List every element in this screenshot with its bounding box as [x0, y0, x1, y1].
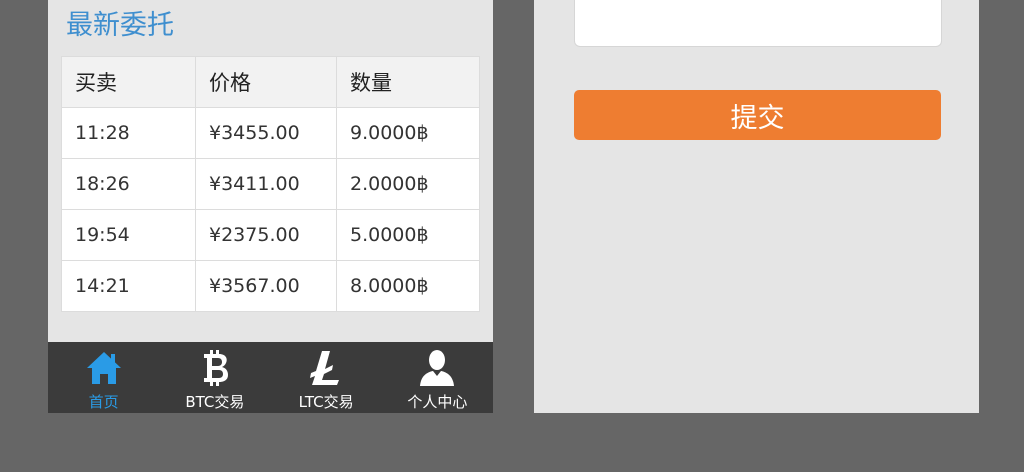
- tab-home[interactable]: 首页: [48, 342, 159, 413]
- header-quantity: 数量: [336, 56, 480, 108]
- order-form-panel: 提交: [534, 0, 979, 413]
- tab-label: BTC交易: [185, 393, 245, 411]
- tab-user-center[interactable]: 个人中心: [382, 342, 493, 413]
- bitcoin-icon: [203, 350, 228, 386]
- cell-price: ¥2375.00: [195, 209, 337, 261]
- cell-quantity: 5.0000฿: [336, 209, 480, 261]
- table-row: 14:21 ¥3567.00 8.0000฿: [61, 260, 480, 312]
- table-row: 19:54 ¥2375.00 5.0000฿: [61, 209, 480, 261]
- table-header-row: 买卖 价格 数量: [61, 56, 480, 108]
- tab-label: LTC交易: [298, 393, 354, 411]
- tab-btc-trade[interactable]: BTC交易: [159, 342, 270, 413]
- tab-label: 首页: [88, 393, 119, 411]
- section-title: 最新委托: [66, 10, 174, 41]
- cell-time: 19:54: [61, 209, 196, 261]
- recent-orders-panel: 最新委托 买卖 价格 数量 11:28 ¥3455.00 9.0000฿ 18:…: [48, 0, 493, 413]
- submit-button[interactable]: 提交: [574, 90, 941, 140]
- cell-time: 14:21: [61, 260, 196, 312]
- cell-time: 11:28: [61, 107, 196, 159]
- litecoin-icon: [310, 351, 340, 385]
- cell-quantity: 2.0000฿: [336, 158, 480, 210]
- cell-price: ¥3411.00: [195, 158, 337, 210]
- home-icon: [86, 352, 121, 384]
- cell-quantity: 8.0000฿: [336, 260, 480, 312]
- user-icon: [420, 350, 455, 386]
- tab-ltc-trade[interactable]: LTC交易: [271, 342, 382, 413]
- cell-quantity: 9.0000฿: [336, 107, 480, 159]
- table-row: 11:28 ¥3455.00 9.0000฿: [61, 107, 480, 159]
- cell-time: 18:26: [61, 158, 196, 210]
- remark-textarea[interactable]: [574, 0, 942, 47]
- header-price: 价格: [195, 56, 337, 108]
- table-row: 18:26 ¥3411.00 2.0000฿: [61, 158, 480, 210]
- header-side: 买卖: [61, 56, 196, 108]
- bottom-tab-bar: 首页 BTC交易 LTC交易 个人中心: [48, 342, 493, 413]
- orders-table: 买卖 价格 数量 11:28 ¥3455.00 9.0000฿ 18:26 ¥3…: [61, 56, 480, 312]
- cell-price: ¥3567.00: [195, 260, 337, 312]
- cell-price: ¥3455.00: [195, 107, 337, 159]
- tab-label: 个人中心: [407, 393, 468, 411]
